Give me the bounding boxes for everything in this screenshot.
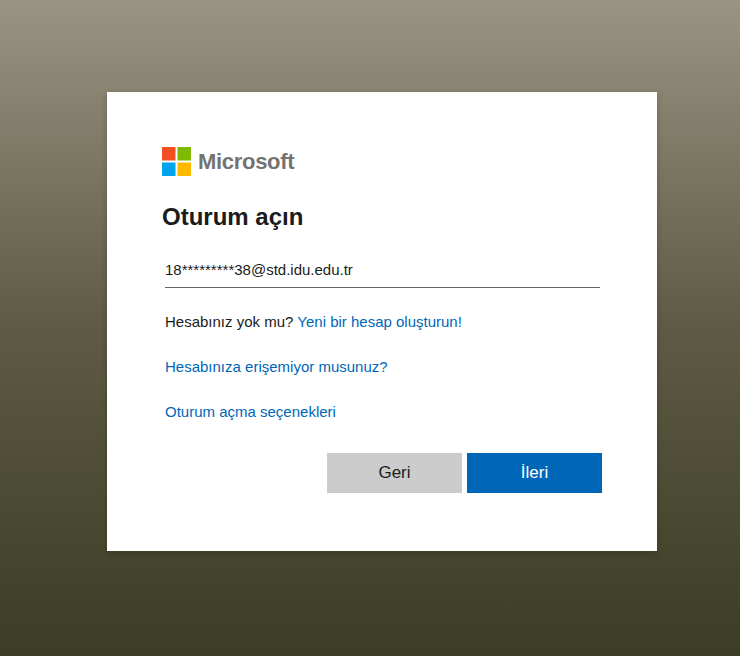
sign-in-card: Microsoft Oturum açın Hesabınız yok mu? Ye… <box>107 92 657 551</box>
create-account-link[interactable]: Yeni bir hesap oluşturun! <box>297 313 462 330</box>
back-button[interactable]: Geri <box>327 453 462 493</box>
microsoft-logo-icon <box>162 147 191 176</box>
no-account-row: Hesabınız yok mu? Yeni bir hesap oluştur… <box>165 312 602 332</box>
sign-in-page: Microsoft Oturum açın Hesabınız yok mu? Ye… <box>0 0 740 656</box>
microsoft-logo: Microsoft <box>162 147 602 176</box>
help-link[interactable]: Oturum açma seçenekleri <box>165 402 602 422</box>
no-account-prompt: Hesabınız yok mu? <box>165 313 293 330</box>
next-button[interactable]: İleri <box>467 453 602 493</box>
help-link[interactable]: Hesabınıza erişemiyor musunuz? <box>165 357 602 377</box>
page-heading: Oturum açın <box>162 202 602 232</box>
button-row: Geriİleri <box>162 453 602 493</box>
email-field[interactable] <box>165 252 600 288</box>
